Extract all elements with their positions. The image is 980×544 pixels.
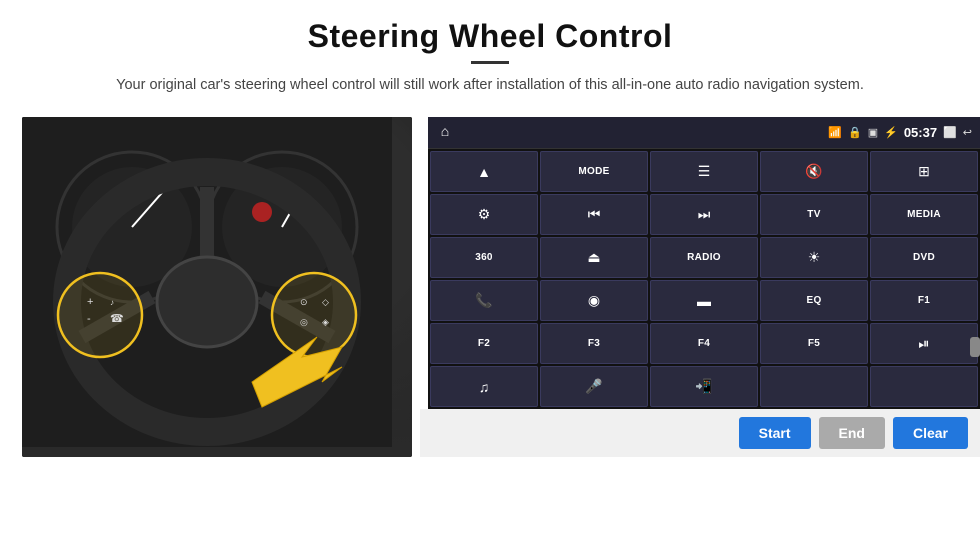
clear-button[interactable]: Clear	[893, 417, 968, 449]
mode-label: MODE	[578, 166, 609, 177]
apps-btn[interactable]: ⊞	[870, 151, 978, 192]
playpause-btn[interactable]: ⏯	[870, 323, 978, 364]
status-bar: ⌂ 📶 🔒 ▣ ⚡ 05:37 ⬜ ↩	[428, 117, 980, 149]
button-grid: ▲ MODE ☰ 🔇 ⊞ ⚙ ⏮ ⏭ TV MEDIA 360 ⏏ RADIO …	[428, 149, 980, 409]
home-icon[interactable]: ⌂	[436, 124, 454, 142]
page-wrapper: Steering Wheel Control Your original car…	[0, 0, 980, 544]
start-button[interactable]: Start	[739, 417, 811, 449]
mic-icon: 🎤	[585, 378, 602, 395]
mic-btn[interactable]: 🎤	[540, 366, 648, 407]
f4-label: F4	[698, 338, 710, 349]
radio-label: RADIO	[687, 252, 721, 263]
screen-btn[interactable]: ▬	[650, 280, 758, 321]
status-right: 📶 🔒 ▣ ⚡ 05:37 ⬜ ↩	[828, 125, 972, 140]
eq-btn[interactable]: EQ	[760, 280, 868, 321]
svg-text:◎: ◎	[300, 317, 308, 327]
svg-text:+: +	[87, 296, 93, 308]
map-icon: ◉	[588, 292, 600, 309]
mute-btn[interactable]: 🔇	[760, 151, 868, 192]
end-button[interactable]: End	[819, 417, 885, 449]
prev-icon: ⏮	[588, 206, 601, 223]
header-section: Steering Wheel Control Your original car…	[0, 0, 980, 107]
prev-btn[interactable]: ⏮	[540, 194, 648, 235]
status-time: 05:37	[904, 125, 937, 140]
phone-icon: 📞	[475, 292, 492, 309]
mute-icon: 🔇	[805, 163, 822, 180]
f5-label: F5	[808, 338, 820, 349]
bottom-action-bar: Start End Clear	[420, 409, 980, 457]
status-left: ⌂	[436, 124, 454, 142]
back-icon: ↩	[963, 126, 972, 139]
media-label: MEDIA	[907, 209, 941, 220]
phone-btn[interactable]: 📞	[430, 280, 538, 321]
empty-btn2	[870, 366, 978, 407]
dvd-label: DVD	[913, 252, 935, 263]
screen2-icon: ▬	[697, 293, 711, 309]
svg-text:☎: ☎	[110, 313, 124, 325]
sim-icon: ▣	[868, 126, 878, 139]
content-area: + ♪ - ☎ ⊙ ◇ ◎ ◈	[0, 117, 980, 487]
next-icon: ⏭	[698, 206, 711, 223]
wifi-icon: 📶	[828, 126, 842, 139]
bluetooth-icon: ⚡	[884, 126, 898, 139]
android-panel-wrapper: ⌂ 📶 🔒 ▣ ⚡ 05:37 ⬜ ↩ ▲	[420, 117, 980, 457]
list-icon: ☰	[698, 163, 711, 180]
brightness-icon: ☀	[808, 249, 821, 266]
f5-btn[interactable]: F5	[760, 323, 868, 364]
title-divider	[471, 61, 509, 64]
answer-icon: 📲	[695, 378, 712, 395]
music-icon: ♫	[479, 379, 490, 395]
f1-btn[interactable]: F1	[870, 280, 978, 321]
subtitle: Your original car's steering wheel contr…	[60, 74, 920, 97]
svg-text:◇: ◇	[322, 297, 329, 307]
android-panel: ⌂ 📶 🔒 ▣ ⚡ 05:37 ⬜ ↩ ▲	[428, 117, 980, 409]
map-btn[interactable]: ◉	[540, 280, 648, 321]
svg-text:⊙: ⊙	[300, 297, 308, 307]
media-btn[interactable]: MEDIA	[870, 194, 978, 235]
screen-icon: ⬜	[943, 126, 957, 139]
mode-btn[interactable]: MODE	[540, 151, 648, 192]
settings-btn[interactable]: ⚙	[430, 194, 538, 235]
scroll-hint[interactable]	[970, 337, 980, 357]
f4-btn[interactable]: F4	[650, 323, 758, 364]
svg-text:♪: ♪	[110, 298, 114, 307]
eject-icon: ⏏	[587, 249, 600, 266]
navigate-icon: ▲	[477, 164, 491, 180]
lock-icon: 🔒	[848, 126, 862, 139]
svg-text:◈: ◈	[322, 317, 329, 327]
page-title: Steering Wheel Control	[60, 18, 920, 55]
brightness-btn[interactable]: ☀	[760, 237, 868, 278]
car-image-panel: + ♪ - ☎ ⊙ ◇ ◎ ◈	[22, 117, 412, 457]
cam360-label: 360	[475, 252, 493, 263]
svg-text:-: -	[87, 313, 91, 325]
tv-label: TV	[807, 209, 820, 220]
apps-icon: ⊞	[918, 163, 930, 180]
f3-label: F3	[588, 338, 600, 349]
list-btn[interactable]: ☰	[650, 151, 758, 192]
eq-label: EQ	[806, 295, 821, 306]
steering-wheel-image: + ♪ - ☎ ⊙ ◇ ◎ ◈	[22, 117, 392, 447]
settings-icon: ⚙	[478, 206, 491, 223]
nav-btn[interactable]: ▲	[430, 151, 538, 192]
answer-btn[interactable]: 📲	[650, 366, 758, 407]
cam360-btn[interactable]: 360	[430, 237, 538, 278]
music-btn[interactable]: ♫	[430, 366, 538, 407]
next-btn[interactable]: ⏭	[650, 194, 758, 235]
f2-label: F2	[478, 338, 490, 349]
radio-btn[interactable]: RADIO	[650, 237, 758, 278]
playpause-icon: ⏯	[918, 335, 929, 352]
eject-btn[interactable]: ⏏	[540, 237, 648, 278]
f2-btn[interactable]: F2	[430, 323, 538, 364]
f3-btn[interactable]: F3	[540, 323, 648, 364]
f1-label: F1	[918, 295, 930, 306]
tv-btn[interactable]: TV	[760, 194, 868, 235]
empty-btn1	[760, 366, 868, 407]
dvd-btn[interactable]: DVD	[870, 237, 978, 278]
